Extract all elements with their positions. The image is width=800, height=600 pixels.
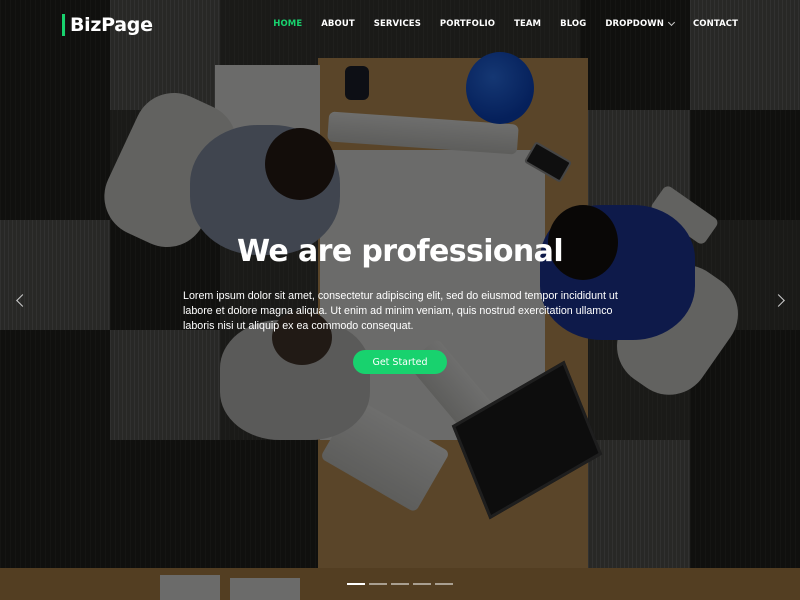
nav-services[interactable]: SERVICES — [374, 19, 421, 29]
logo[interactable]: BizPage — [62, 14, 153, 36]
nav-blog[interactable]: BLOG — [560, 19, 586, 29]
get-started-button[interactable]: Get Started — [353, 350, 447, 374]
hero-carousel: We are professional Lorem ipsum dolor si… — [0, 0, 800, 600]
carousel-indicator-5[interactable] — [435, 583, 453, 585]
carousel-next-button[interactable] — [770, 291, 786, 309]
chevron-down-icon — [667, 18, 676, 27]
site-header: BizPage HOME ABOUT SERVICES PORTFOLIO TE… — [0, 0, 800, 52]
carousel-indicator-1[interactable] — [347, 583, 365, 585]
chevron-right-icon — [771, 293, 785, 307]
nav-dropdown[interactable]: DROPDOWN — [605, 18, 676, 29]
chevron-left-icon — [15, 293, 29, 307]
nav-portfolio[interactable]: PORTFOLIO — [440, 19, 495, 29]
nav-about[interactable]: ABOUT — [321, 19, 354, 29]
nav-contact[interactable]: CONTACT — [693, 19, 738, 29]
nav-dropdown-label: DROPDOWN — [605, 19, 664, 29]
main-nav: HOME ABOUT SERVICES PORTFOLIO TEAM BLOG … — [254, 18, 738, 29]
hero-title: We are professional — [236, 234, 564, 269]
carousel-indicator-3[interactable] — [391, 583, 409, 585]
logo-accent-bar — [62, 14, 65, 36]
hero-description: Lorem ipsum dolor sit amet, consectetur … — [183, 290, 618, 332]
carousel-indicators — [347, 583, 453, 585]
nav-home[interactable]: HOME — [273, 19, 302, 29]
carousel-indicator-2[interactable] — [369, 583, 387, 585]
logo-text: BizPage — [70, 14, 153, 36]
carousel-prev-button[interactable] — [14, 291, 30, 309]
nav-team[interactable]: TEAM — [514, 19, 541, 29]
carousel-indicator-4[interactable] — [413, 583, 431, 585]
